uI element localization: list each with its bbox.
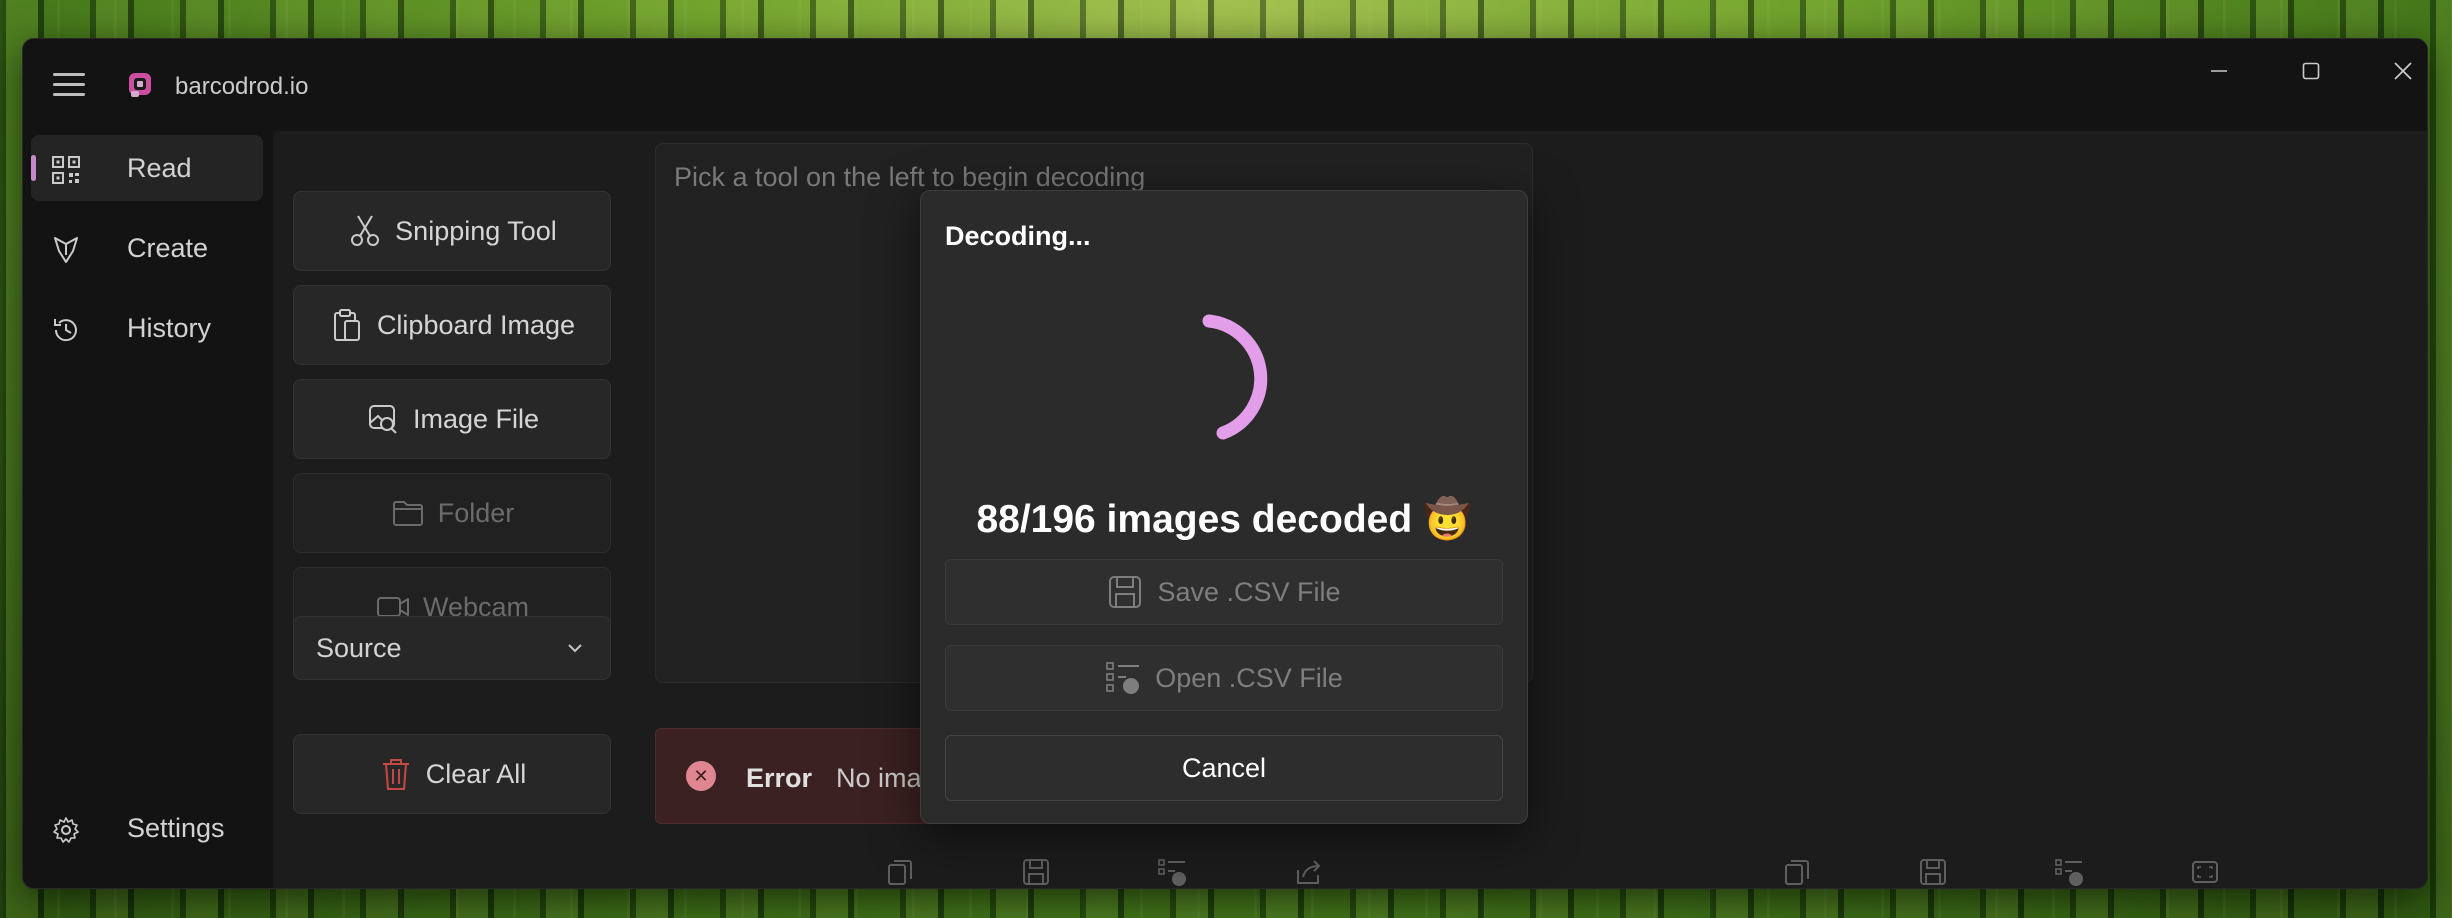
progress-spinner xyxy=(1202,314,1268,440)
decoding-dialog: Decoding... 88/196 images decoded 🤠 Save… xyxy=(920,190,1528,824)
dialog-title: Decoding... xyxy=(945,221,1091,251)
cancel-label: Cancel xyxy=(1181,752,1267,783)
save-icon xyxy=(1109,576,1142,608)
save-csv-button[interactable]: Save .CSV File xyxy=(945,559,1503,625)
open-csv-button[interactable]: Open .CSV File xyxy=(945,645,1503,711)
save-csv-label: Save .CSV File xyxy=(1157,576,1341,607)
open-list-icon xyxy=(1106,662,1140,694)
progress-text: 88/196 images decoded 🤠 xyxy=(976,498,1472,541)
cancel-button[interactable]: Cancel xyxy=(945,735,1503,801)
open-csv-label: Open .CSV File xyxy=(1155,662,1343,693)
